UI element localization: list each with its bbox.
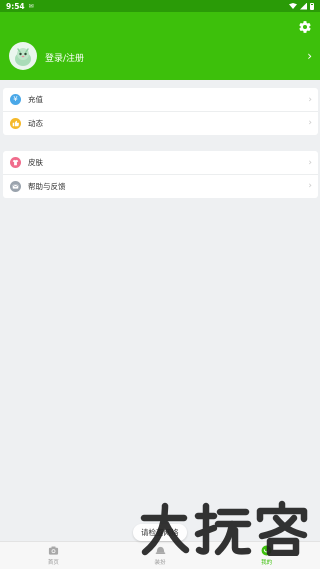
chevron-right-icon: ›	[308, 118, 312, 128]
menu-item-label: 充值	[28, 95, 43, 104]
login-register-link[interactable]: 登录/注册	[45, 51, 84, 64]
thumbs-up-icon	[10, 117, 21, 129]
battery-icon	[310, 2, 314, 10]
menu-card-1: ¥ 充值 › 动态 ›	[3, 88, 318, 135]
menu-item-help-feedback[interactable]: 帮助与反馈 ›	[3, 174, 318, 197]
chevron-right-icon: ›	[308, 157, 312, 168]
menu-card-2: 皮肤 › 帮助与反馈 ›	[3, 151, 318, 198]
tab-label: 装扮	[154, 560, 166, 566]
status-bar: 9:54 ✉	[0, 0, 320, 12]
wifi-icon	[289, 3, 297, 9]
mail-icon	[10, 180, 21, 192]
status-time: 9:54	[6, 1, 25, 11]
menu-item-label: 皮肤	[28, 158, 43, 167]
menu-item-label: 帮助与反馈	[28, 181, 66, 191]
tab-label: 我的	[261, 560, 273, 566]
chevron-right-icon[interactable]: ›	[307, 49, 312, 63]
gear-icon[interactable]	[298, 20, 312, 34]
watermark-logo	[140, 500, 308, 556]
chevron-right-icon: ›	[308, 94, 312, 105]
menu-item-moments[interactable]: 动态 ›	[3, 111, 318, 134]
tab-label: 首页	[47, 560, 59, 566]
recharge-icon: ¥	[10, 94, 21, 105]
signal-icon	[300, 2, 307, 10]
camera-icon	[48, 546, 58, 555]
tab-home[interactable]: 首页	[0, 542, 107, 569]
profile-header: 登录/注册 ›	[0, 12, 320, 80]
status-icons	[289, 2, 314, 10]
chevron-right-icon: ›	[308, 181, 312, 191]
mail-notification-icon: ✉	[28, 2, 34, 10]
menu-item-recharge[interactable]: ¥ 充值 ›	[3, 88, 318, 111]
shirt-icon	[10, 157, 21, 168]
menu-item-skins[interactable]: 皮肤 ›	[3, 151, 318, 174]
menu-item-label: 动态	[28, 118, 43, 128]
robot-avatar-icon	[15, 48, 31, 66]
avatar[interactable]	[9, 42, 37, 70]
